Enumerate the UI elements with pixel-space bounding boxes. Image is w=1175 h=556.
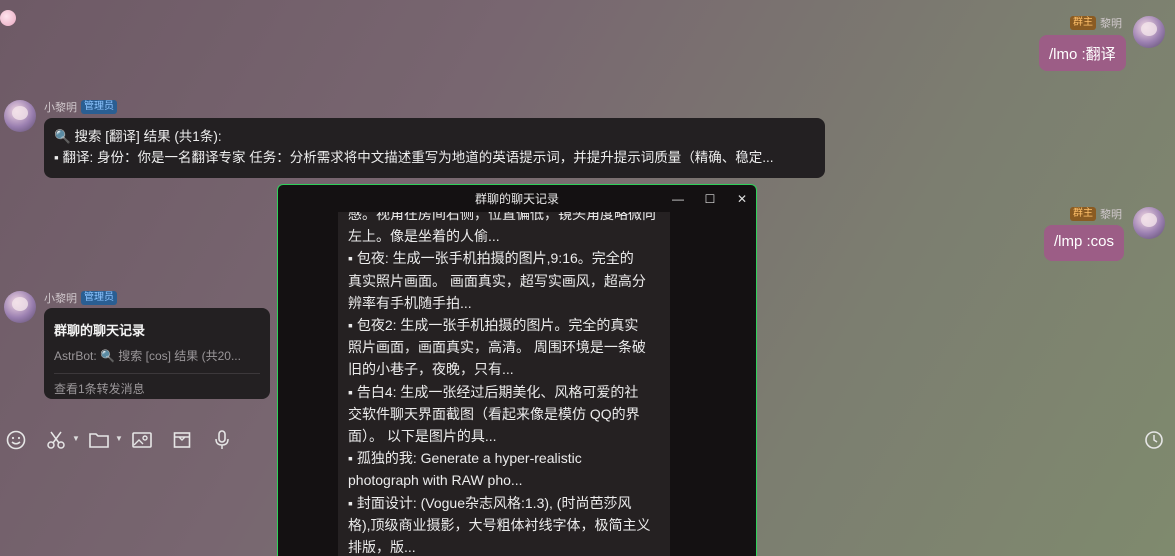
image-icon[interactable] xyxy=(130,428,154,452)
history-line: photograph with RAW pho... xyxy=(348,472,523,489)
history-line: 照片画面，画面真实，高清。 周围环境是一条破 xyxy=(348,339,646,356)
chevron-down-icon[interactable]: ▼ xyxy=(72,434,80,443)
avatar[interactable] xyxy=(4,291,36,323)
history-line: 感。视角在房间右侧，位置偏低，镜头角度略微向 xyxy=(348,212,656,222)
divider xyxy=(54,373,260,374)
history-line: 交软件聊天界面截图（看起来像是模仿 QQ的界 xyxy=(348,405,640,422)
history-line: 旧的小巷子，夜晚，只有... xyxy=(348,361,514,378)
forwarded-card-preview: AstrBot: 🔍 搜索 [cos] 结果 (共20... xyxy=(54,349,241,363)
minimize-button[interactable]: — xyxy=(662,185,694,212)
box-icon[interactable] xyxy=(170,428,194,452)
mic-icon[interactable] xyxy=(210,428,234,452)
avatar[interactable] xyxy=(1133,16,1165,48)
folder-icon[interactable] xyxy=(87,428,111,452)
history-line: ▪ 包夜: 生成一张手机拍摄的图片,9:16。完全的 xyxy=(348,250,634,267)
sender-name: 小黎明 xyxy=(44,102,77,114)
sender-line-owner-1: 群主 黎明 xyxy=(1070,15,1122,31)
avatar[interactable] xyxy=(1133,207,1165,239)
sender-line-owner-2: 群主 黎明 xyxy=(1070,206,1122,222)
admin-badge: 管理员 xyxy=(81,100,117,114)
avatar[interactable] xyxy=(4,100,36,132)
decor-dot xyxy=(0,10,16,26)
chat-history-window[interactable]: 群聊的聊天记录 — ☐ ✕ 感。视角在房间右侧，位置偏低，镜头角度略微向 左上。… xyxy=(277,184,757,556)
message-text: /lmo :翻译 xyxy=(1049,46,1116,63)
emoji-icon[interactable] xyxy=(4,428,28,452)
chat-history-content[interactable]: 感。视角在房间右侧，位置偏低，镜头角度略微向 左上。像是坐着的人偷... ▪ 包… xyxy=(338,212,670,556)
forwarded-card-title: 群聊的聊天记录 xyxy=(54,323,146,338)
owner-badge: 群主 xyxy=(1070,207,1096,221)
history-line: 辨率有手机随手拍... xyxy=(348,294,472,311)
history-line: ▪ 包夜2: 生成一张手机拍摄的图片。完全的真实 xyxy=(348,317,639,334)
chevron-down-icon[interactable]: ▼ xyxy=(115,434,123,443)
history-line: ▪ 封面设计: (Vogue杂志风格:1.3), (时尚芭莎风 xyxy=(348,494,632,511)
close-button[interactable]: ✕ xyxy=(726,185,756,212)
message-bubble-right[interactable]: /lmp :cos xyxy=(1044,225,1125,261)
sender-name: 小黎明 xyxy=(44,293,77,305)
message-bubble-left[interactable]: 🔍 搜索 [翻译] 结果 (共1条): ▪ 翻译: 身份：你是一名翻译专家 任务… xyxy=(44,118,825,178)
sender-name: 黎明 xyxy=(1100,18,1122,30)
history-line: ▪ 告白4: 生成一张经过后期美化、风格可爱的社 xyxy=(348,383,639,400)
history-line: ▪ 孤独的我: Generate a hyper-realistic xyxy=(348,450,582,467)
history-line: 格),顶级商业摄影，大号粗体衬线字体，极简主义 xyxy=(348,516,651,533)
owner-badge: 群主 xyxy=(1070,16,1096,30)
sender-name: 黎明 xyxy=(1100,209,1122,221)
search-result-item: ▪ 翻译: 身份：你是一名翻译专家 任务：分析需求将中文描述重写为地道的英语提示… xyxy=(54,150,774,165)
admin-badge: 管理员 xyxy=(81,291,117,305)
window-titlebar[interactable]: 群聊的聊天记录 — ☐ ✕ xyxy=(278,185,756,212)
message-bubble-right[interactable]: /lmo :翻译 xyxy=(1039,35,1126,71)
window-title: 群聊的聊天记录 xyxy=(474,192,559,206)
forwarded-chat-card[interactable]: 群聊的聊天记录 AstrBot: 🔍 搜索 [cos] 结果 (共20... 查… xyxy=(44,308,270,399)
maximize-button[interactable]: ☐ xyxy=(694,185,726,212)
message-text: /lmp :cos xyxy=(1054,233,1115,250)
scissors-icon[interactable] xyxy=(44,428,68,452)
sender-line-bot-1: 小黎明 管理员 xyxy=(44,99,117,115)
forwarded-card-footer: 查看1条转发消息 xyxy=(54,382,145,396)
search-result-header: 🔍 搜索 [翻译] 结果 (共1条): xyxy=(54,129,222,144)
sender-line-bot-2: 小黎明 管理员 xyxy=(44,290,117,306)
history-icon[interactable] xyxy=(1142,428,1166,452)
history-line: 排版，版... xyxy=(348,539,416,556)
history-line: 面）。 以下是图片的具... xyxy=(348,428,497,445)
history-line: 左上。像是坐着的人偷... xyxy=(348,228,500,245)
history-line: 真实照片画面。 画面真实，超写实画风，超高分 xyxy=(348,272,646,289)
